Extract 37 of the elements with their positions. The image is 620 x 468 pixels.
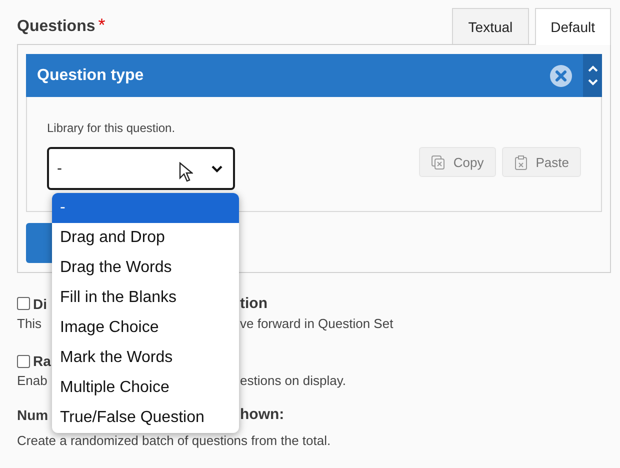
description-text: estions on display. <box>240 373 347 388</box>
description-text: ve forward in Question Set <box>240 316 394 331</box>
close-icon[interactable] <box>550 64 572 86</box>
field-label: Questions <box>17 18 96 36</box>
chevron-down-icon <box>211 164 223 172</box>
checkbox[interactable] <box>17 297 30 310</box>
description-text: This <box>17 316 42 331</box>
tab[interactable]: Default <box>534 8 611 45</box>
tab[interactable]: Textual <box>452 8 529 44</box>
dropdown-option[interactable]: Drag the Words <box>52 253 239 283</box>
dropdown-option[interactable]: Drag and Drop <box>52 223 239 253</box>
copy-icon <box>431 154 446 170</box>
dropdown-option[interactable]: True/False Question <box>52 403 239 433</box>
setting-label: tion <box>240 295 268 312</box>
dropdown-option[interactable]: - <box>52 193 239 223</box>
mouse-cursor-icon <box>179 162 193 182</box>
description-text: Create a randomized batch of questions from the total. <box>17 433 331 448</box>
dropdown-option[interactable]: Mark the Words <box>52 343 239 373</box>
setting-label: Num <box>17 406 48 422</box>
paste-icon <box>514 154 528 170</box>
dropdown-option[interactable]: Multiple Choice <box>52 373 239 403</box>
library-label: Library for this question. <box>47 121 176 135</box>
checkbox[interactable] <box>17 354 30 368</box>
required-mark: * <box>98 18 106 32</box>
library-select[interactable]: - <box>47 147 235 190</box>
reorder-control[interactable] <box>583 54 602 97</box>
chevron-up-icon[interactable] <box>586 65 598 73</box>
setting-label: hown: <box>240 406 286 423</box>
description-text: Enab <box>17 373 48 388</box>
dropdown-option[interactable]: Image Choice <box>52 313 239 343</box>
dropdown-option[interactable]: Fill in the Blanks <box>52 283 239 313</box>
setting-label: Di <box>33 296 47 312</box>
question-type-title: Question type <box>36 66 145 84</box>
setting-label: Ra <box>33 353 51 369</box>
paste-button[interactable]: Paste <box>502 147 581 177</box>
copy-button[interactable]: Copy <box>419 147 496 177</box>
chevron-down-icon[interactable] <box>586 78 598 86</box>
